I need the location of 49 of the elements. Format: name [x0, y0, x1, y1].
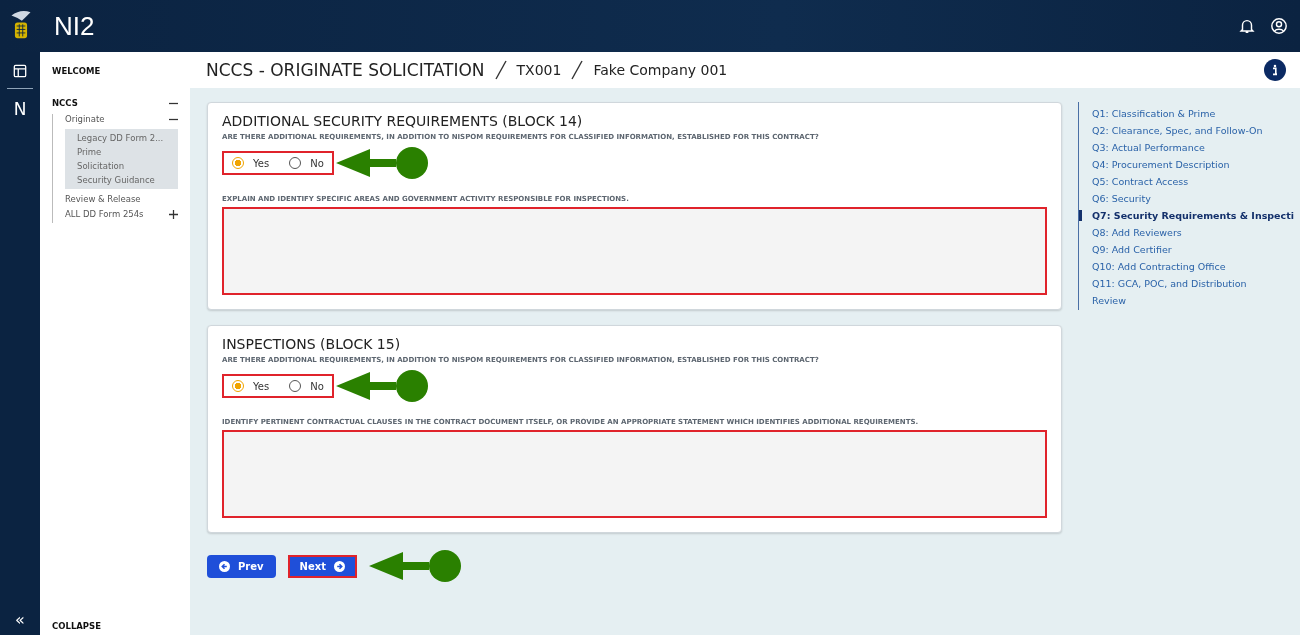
collapse-button[interactable]: « — [15, 610, 25, 629]
section-title: INSPECTIONS (BLOCK 15) — [222, 336, 402, 352]
step-link[interactable]: Q11: GCA, POC, and Distribution — [1079, 278, 1294, 289]
step-link[interactable]: Q6: Security — [1079, 193, 1294, 204]
text-area-field[interactable] — [222, 430, 1047, 518]
sidebar-item[interactable]: Prime — [77, 147, 172, 157]
step-link[interactable]: Q7: Security Requirements & Inspecti — [1079, 210, 1294, 221]
sidebar-item[interactable]: ALL DD Form 254s — [65, 209, 144, 219]
radio-option[interactable]: Yes — [232, 157, 270, 169]
step-link[interactable]: Q5: Contract Access — [1079, 176, 1294, 187]
sidebar-item[interactable]: Review & Release — [65, 194, 141, 204]
plus-icon[interactable] — [169, 209, 178, 219]
info-icon[interactable] — [1264, 59, 1286, 81]
breadcrumb-item[interactable]: TX001 — [516, 62, 562, 78]
breadcrumb-item[interactable]: Fake Company 001 — [593, 62, 728, 78]
previous-button[interactable]: Prev — [207, 554, 276, 578]
collapse-label[interactable]: COLLAPSE — [52, 621, 178, 631]
breadcrumb-separator-icon — [494, 60, 507, 80]
sidebar-item[interactable]: Legacy DD Form 2... — [77, 133, 172, 143]
dashboard-icon[interactable] — [13, 64, 27, 78]
step-link[interactable]: Review — [1079, 295, 1294, 306]
step-link[interactable]: Q3: Actual Performance — [1079, 142, 1294, 153]
sidebar-item[interactable]: Security Guidance — [77, 175, 172, 185]
radio-button[interactable] — [232, 157, 244, 169]
app-title: NI2 — [54, 10, 95, 42]
text-area-field[interactable] — [222, 207, 1047, 295]
sidebar-item[interactable]: Originate — [65, 114, 105, 124]
step-link[interactable]: Q8: Add Reviewers — [1079, 227, 1294, 238]
radio-option[interactable]: Yes — [232, 380, 270, 392]
breadcrumb-separator-icon — [571, 60, 584, 80]
radio-option[interactable]: No — [289, 157, 324, 169]
sidebar-item[interactable]: Solicitation — [77, 161, 172, 171]
breadcrumb-item: NCCS - ORIGINATE SOLICITATION — [206, 60, 485, 80]
user-account-icon[interactable] — [1270, 17, 1288, 35]
left-arrow-circle-icon — [219, 560, 230, 572]
notification-bell-icon[interactable] — [1238, 17, 1256, 35]
module-letter[interactable]: N — [13, 99, 27, 119]
step-link[interactable]: Q10: Add Contracting Office — [1079, 261, 1294, 272]
radio-option[interactable]: No — [289, 380, 324, 392]
radio-button[interactable] — [232, 380, 244, 392]
step-link[interactable]: Q4: Procurement Description — [1079, 159, 1294, 170]
right-arrow-circle-icon — [333, 560, 345, 572]
step-link[interactable]: Q9: Add Certifier — [1079, 244, 1294, 255]
sidebar-heading[interactable]: WELCOME — [52, 66, 178, 76]
next-button[interactable]: Next — [287, 554, 357, 578]
step-link[interactable]: Q1: Classification & Prime — [1079, 108, 1294, 119]
sidebar-section[interactable]: NCCS — [52, 98, 78, 108]
section-title: ADDITIONAL SECURITY REQUIREMENTS (BLOCK 14) — [222, 113, 584, 129]
step-link[interactable]: Q2: Clearance, Spec, and Follow-On — [1079, 125, 1294, 136]
